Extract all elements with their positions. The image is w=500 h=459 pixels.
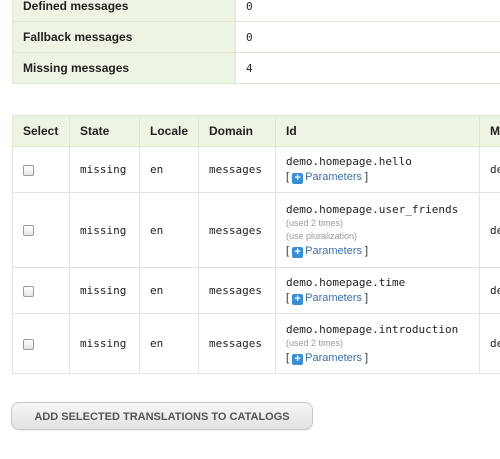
summary-row-defined: Defined messages 0 bbox=[12, 0, 500, 22]
bracket-close: ] bbox=[365, 244, 369, 257]
id-cell: demo.homepage.hello [ + Parameters ] bbox=[275, 146, 480, 193]
summary-label: Defined messages bbox=[12, 0, 236, 22]
domain-cell: messages bbox=[198, 146, 276, 193]
message-id: demo.homepage.hello bbox=[286, 155, 412, 168]
select-cell bbox=[12, 267, 70, 314]
message-id: demo.homepage.introduction bbox=[286, 322, 459, 336]
pluralization-note: (use pluralization) bbox=[286, 230, 358, 241]
summary-value: 0 bbox=[235, 0, 500, 22]
usage-note: (used 2 times) bbox=[286, 217, 344, 228]
bracket-close: ] bbox=[365, 171, 369, 183]
bracket-open: [ bbox=[286, 244, 290, 257]
plus-icon: + bbox=[292, 173, 304, 184]
locale-cell: en bbox=[139, 313, 199, 374]
row-select-checkbox[interactable] bbox=[23, 164, 34, 176]
message-id: demo.homepage.user_friends bbox=[286, 202, 459, 216]
parameters-link[interactable]: Parameters bbox=[305, 292, 362, 304]
bracket-open: [ bbox=[286, 171, 290, 183]
state-cell: missing bbox=[69, 313, 140, 374]
id-cell: demo.homepage.user_friends (used 2 times… bbox=[275, 192, 480, 268]
summary-label: Missing messages bbox=[12, 52, 236, 84]
plus-icon: + bbox=[292, 294, 304, 305]
message-cell: de bbox=[479, 313, 500, 374]
state-cell: missing bbox=[69, 267, 140, 314]
table-row: missing en messages demo.homepage.user_f… bbox=[12, 192, 500, 268]
parameters-link[interactable]: Parameters bbox=[305, 171, 362, 183]
messages-table: Select State Locale Domain Id Me missing… bbox=[12, 115, 500, 374]
column-header-domain: Domain bbox=[198, 115, 276, 147]
domain-cell: messages bbox=[198, 313, 276, 374]
locale-cell: en bbox=[139, 267, 199, 314]
select-cell bbox=[12, 146, 70, 193]
message-cell: de bbox=[479, 192, 500, 268]
domain-cell: messages bbox=[198, 192, 276, 268]
table-row: missing en messages demo.homepage.hello … bbox=[12, 146, 500, 193]
column-header-state: State bbox=[69, 115, 140, 147]
state-cell: missing bbox=[69, 192, 140, 268]
locale-cell: en bbox=[139, 192, 199, 268]
parameters-link[interactable]: Parameters bbox=[305, 352, 362, 364]
row-select-checkbox[interactable] bbox=[23, 285, 34, 297]
select-cell bbox=[12, 313, 70, 374]
select-cell bbox=[12, 192, 70, 268]
translation-panel: Defined messages 0 Fallback messages 0 M… bbox=[0, 0, 500, 459]
summary-table: Defined messages 0 Fallback messages 0 M… bbox=[12, 0, 500, 84]
column-header-locale: Locale bbox=[139, 115, 199, 147]
summary-value: 4 bbox=[235, 52, 500, 84]
usage-note: (used 2 times) bbox=[286, 337, 344, 348]
domain-cell: messages bbox=[198, 267, 276, 314]
table-row: missing en messages demo.homepage.introd… bbox=[12, 313, 500, 374]
table-header-row: Select State Locale Domain Id Me bbox=[12, 115, 500, 147]
row-select-checkbox[interactable] bbox=[23, 225, 34, 236]
parameters-toggle[interactable]: [ + Parameters ] bbox=[286, 351, 479, 365]
column-header-select: Select bbox=[12, 115, 70, 147]
message-cell: de bbox=[479, 267, 500, 314]
id-cell: demo.homepage.introduction (used 2 times… bbox=[275, 313, 480, 374]
message-cell: de bbox=[479, 146, 500, 193]
column-header-id: Id bbox=[275, 115, 480, 147]
plus-icon: + bbox=[292, 246, 304, 258]
bracket-open: [ bbox=[286, 292, 290, 304]
parameters-toggle[interactable]: [ + Parameters ] bbox=[286, 291, 479, 305]
add-translations-button[interactable]: ADD SELECTED TRANSLATIONS TO CATALOGS bbox=[11, 402, 313, 430]
state-cell: missing bbox=[69, 146, 140, 193]
id-cell: demo.homepage.time [ + Parameters ] bbox=[275, 267, 480, 314]
parameters-link[interactable]: Parameters bbox=[305, 245, 362, 257]
summary-value: 0 bbox=[235, 21, 500, 53]
column-header-message: Me bbox=[479, 115, 500, 147]
summary-row-missing: Missing messages 4 bbox=[12, 52, 500, 84]
locale-cell: en bbox=[139, 146, 199, 193]
plus-icon: + bbox=[292, 353, 304, 365]
bracket-close: ] bbox=[365, 351, 369, 364]
row-select-checkbox[interactable] bbox=[23, 338, 34, 350]
summary-row-fallback: Fallback messages 0 bbox=[12, 21, 500, 53]
bracket-open: [ bbox=[286, 351, 290, 364]
parameters-toggle[interactable]: [ + Parameters ] bbox=[286, 244, 479, 258]
message-id: demo.homepage.time bbox=[286, 276, 406, 289]
bracket-close: ] bbox=[365, 292, 369, 304]
parameters-toggle[interactable]: [ + Parameters ] bbox=[286, 170, 479, 184]
table-row: missing en messages demo.homepage.time [… bbox=[12, 267, 500, 314]
summary-label: Fallback messages bbox=[12, 21, 236, 53]
